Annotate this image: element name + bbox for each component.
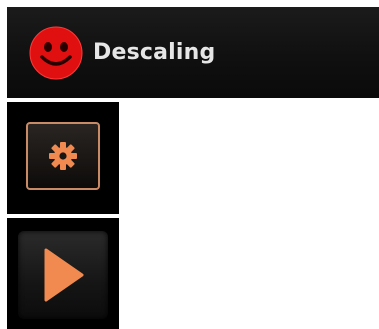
- happy-face-icon: [29, 26, 83, 79]
- status-label: Descaling: [93, 40, 216, 65]
- play-icon: [44, 248, 84, 302]
- play-tile: [7, 218, 119, 329]
- descaling-status-bar: Descaling: [7, 7, 379, 98]
- settings-button[interactable]: [26, 122, 100, 190]
- start-button[interactable]: [18, 231, 108, 319]
- gear-icon: [49, 142, 77, 170]
- settings-tile: [7, 102, 119, 214]
